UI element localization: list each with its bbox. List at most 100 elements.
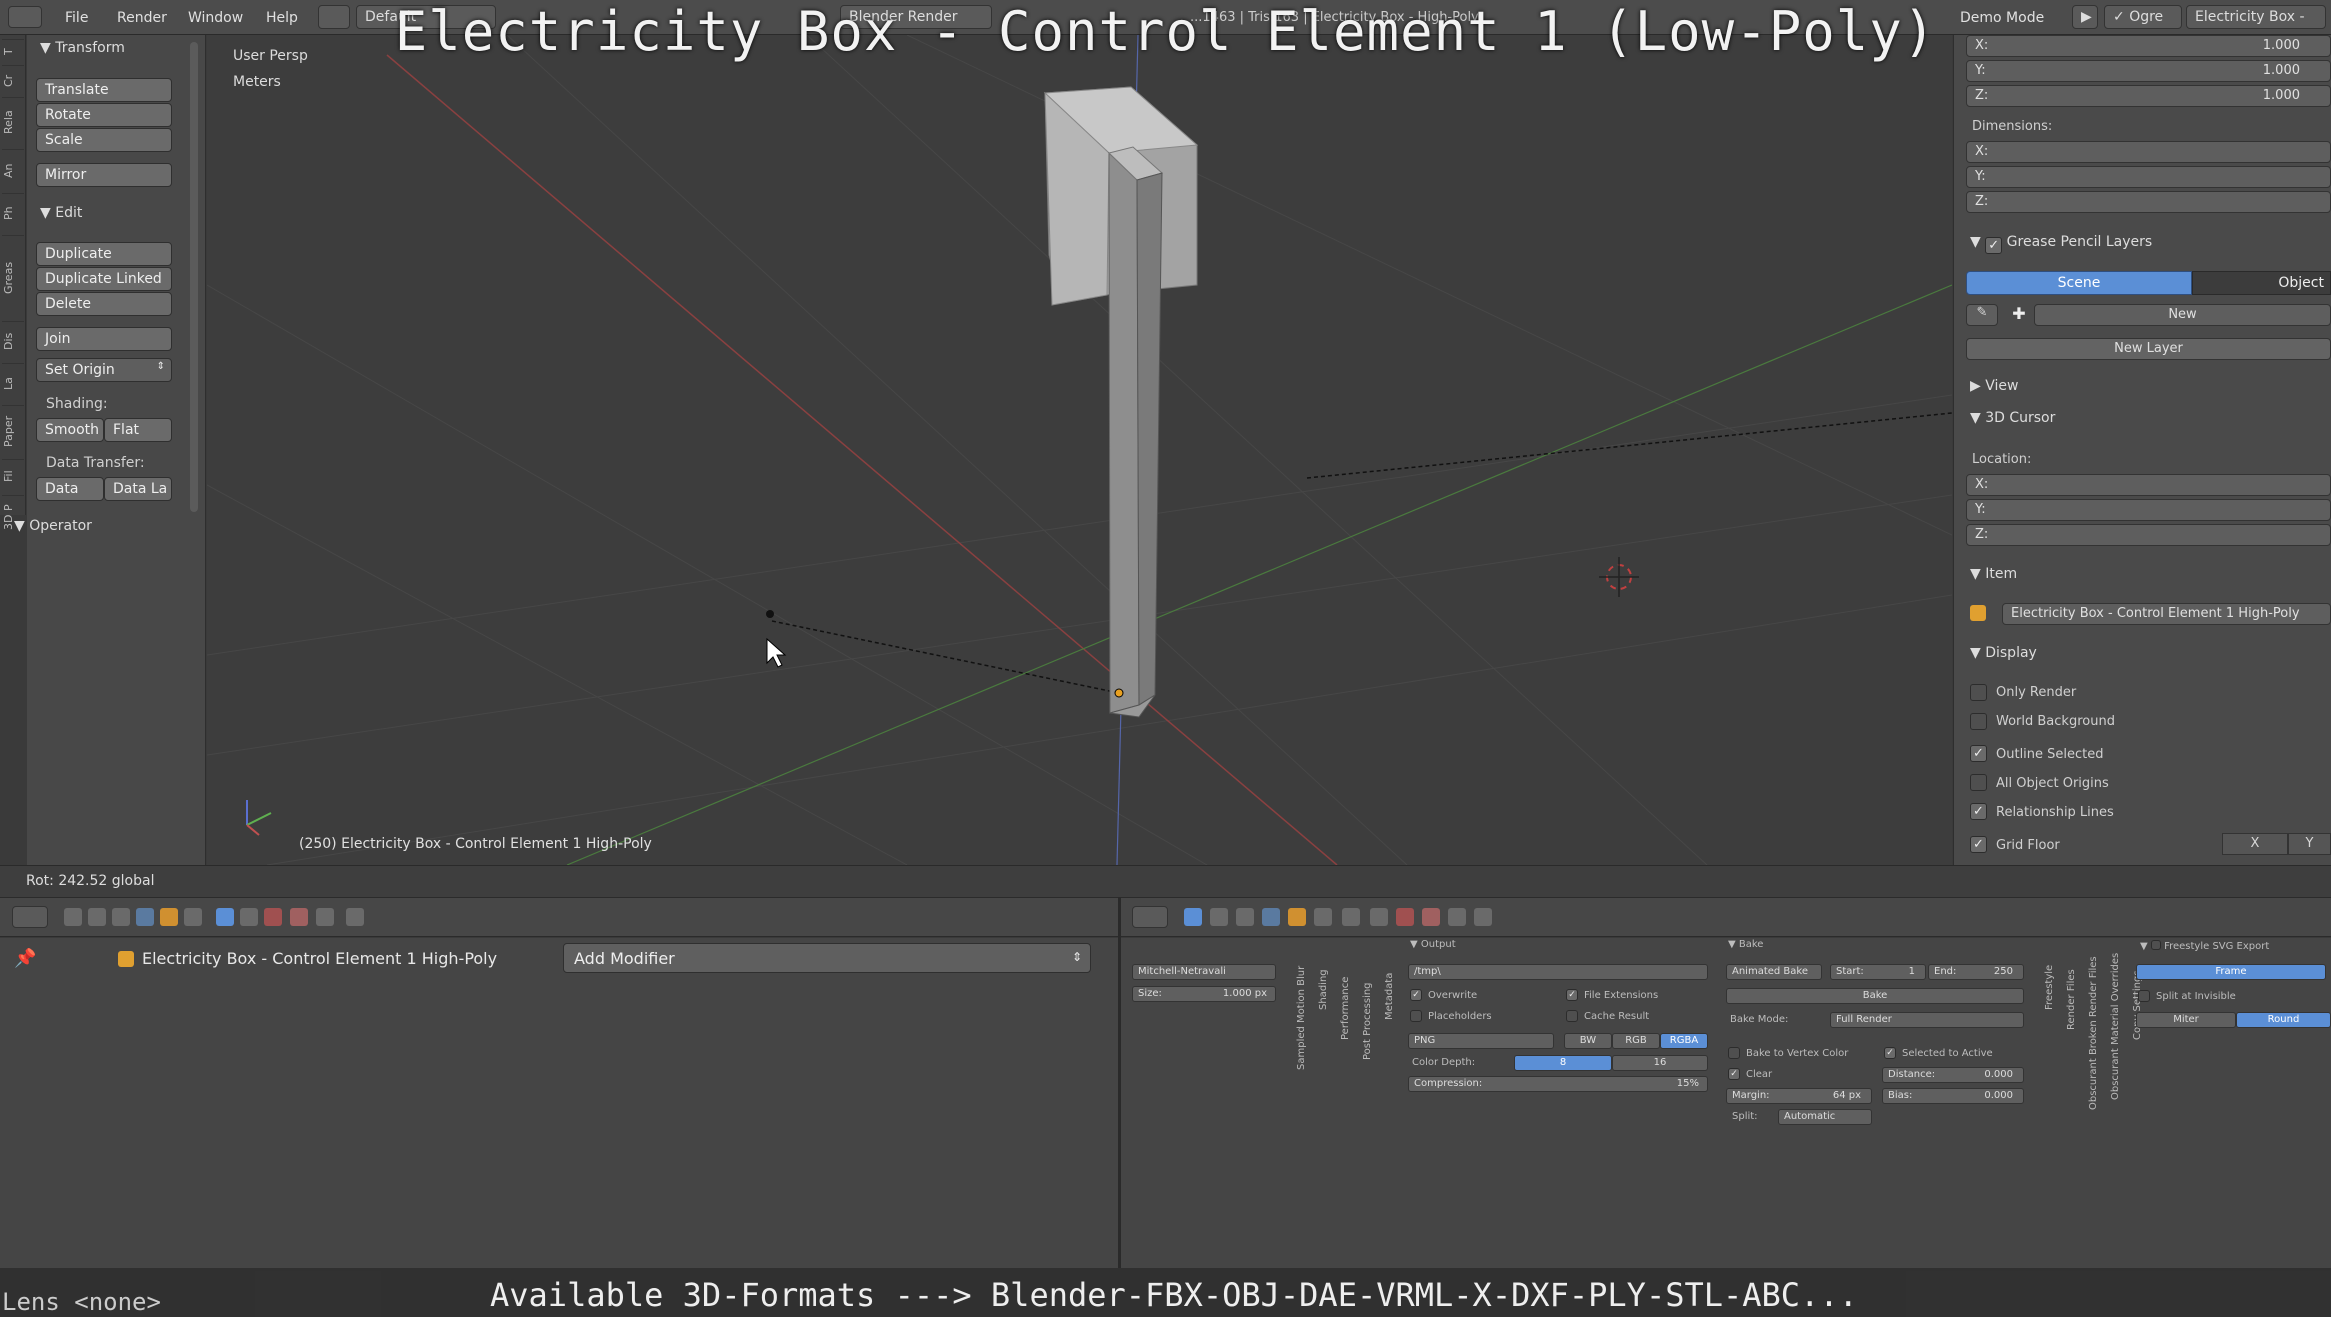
pencil-icon[interactable]: ✎ <box>1966 304 1998 326</box>
tab-obscurant-broken[interactable]: Obscurant Broken Render Files <box>2088 956 2099 1110</box>
split-invisible-checkbox[interactable] <box>2138 990 2150 1002</box>
data-context-icon[interactable] <box>1370 908 1388 926</box>
tab-physics[interactable]: Ph <box>2 193 24 233</box>
object-context-icon[interactable] <box>1288 908 1306 926</box>
tab-scene[interactable]: Scene <box>1966 271 2192 295</box>
object-name-field[interactable]: Electricity Box - Control Element 1 High… <box>2002 603 2331 625</box>
animated-bake-toggle[interactable]: Animated Bake <box>1726 964 1822 980</box>
clear-checkbox[interactable]: ✓ <box>1728 1068 1740 1080</box>
tab-display[interactable]: Dis <box>2 321 24 361</box>
3d-viewport[interactable]: User Persp Meters (250) Electricity Box … <box>207 35 1952 865</box>
grease-pencil-checkbox[interactable]: ✓ <box>1985 237 2003 254</box>
tab-freestyle[interactable]: Freestyle <box>2044 960 2055 1010</box>
toolshelf-scrollbar[interactable] <box>190 42 198 512</box>
tab-sampled-motion-blur[interactable]: Sampled Motion Blur <box>1296 960 1307 1070</box>
overwrite-checkbox[interactable]: ✓ <box>1410 989 1422 1001</box>
render-context-icon[interactable] <box>64 908 82 926</box>
particles-context-icon[interactable] <box>316 908 334 926</box>
electricity-box-model[interactable] <box>1043 86 1199 718</box>
grid-floor-checkbox[interactable]: ✓ <box>1970 836 1987 853</box>
editor-type-icon[interactable] <box>12 906 48 928</box>
add-icon[interactable]: ✚ <box>2008 304 2030 326</box>
cache-result-checkbox[interactable] <box>1566 1010 1578 1022</box>
cursor-x-field[interactable]: X: <box>1966 474 2331 496</box>
dimension-z-field[interactable]: Z: <box>1966 191 2331 213</box>
tab-post-processing[interactable]: Post Processing <box>1362 960 1373 1061</box>
world-context-icon[interactable] <box>1262 908 1280 926</box>
constraints-context-icon[interactable] <box>1314 908 1332 926</box>
physics-context-icon[interactable] <box>1474 908 1492 926</box>
grid-y-toggle[interactable]: Y <box>2288 833 2331 855</box>
duplicate-button[interactable]: Duplicate <box>36 242 172 266</box>
tab-animation[interactable]: An <box>2 149 24 191</box>
delete-button[interactable]: Delete <box>36 292 172 316</box>
output-path-field[interactable]: /tmp\ <box>1408 964 1708 980</box>
add-modifier-dropdown[interactable]: Add Modifier ⇕ <box>563 943 1091 973</box>
view-panel-header[interactable]: ▶ View <box>1970 378 2018 394</box>
tab-grease-pencil[interactable]: Greas <box>2 235 24 319</box>
operator-panel-header[interactable]: ▼ Operator <box>14 518 92 534</box>
data-context-icon[interactable] <box>240 908 258 926</box>
3d-cursor-panel-header[interactable]: ▼ 3D Cursor <box>1970 410 2055 426</box>
bake-panel-header[interactable]: ▼ Bake <box>1728 939 1763 950</box>
tab-render-files[interactable]: Render Files <box>2066 960 2077 1030</box>
placeholders-checkbox[interactable] <box>1410 1010 1422 1022</box>
selected-to-active-checkbox[interactable]: ✓ <box>1884 1047 1896 1059</box>
texture-context-icon[interactable] <box>1422 908 1440 926</box>
tab-relations[interactable]: Rela <box>2 97 24 147</box>
bake-button[interactable]: Bake <box>1726 988 2024 1004</box>
object-context-icon[interactable] <box>160 908 178 926</box>
translate-button[interactable]: Translate <box>36 78 172 102</box>
scale-z-field[interactable]: Z: 1.000 <box>1966 85 2331 107</box>
bake-start-field[interactable]: Start: 1 <box>1830 964 1926 980</box>
set-origin-dropdown[interactable]: Set Origin ⇕ <box>36 358 172 382</box>
scale-button[interactable]: Scale <box>36 128 172 152</box>
tab-metadata[interactable]: Metadata <box>1384 960 1395 1020</box>
render-layers-icon[interactable] <box>1210 908 1228 926</box>
output-panel-header[interactable]: ▼ Output <box>1410 939 1456 950</box>
render-layers-icon[interactable] <box>88 908 106 926</box>
edit-panel-header[interactable]: ▼ Edit <box>40 205 82 221</box>
new-layer-button[interactable]: New Layer <box>1966 338 2331 360</box>
texture-context-icon[interactable] <box>290 908 308 926</box>
bake-to-vertex-checkbox[interactable] <box>1728 1047 1740 1059</box>
rgb-toggle[interactable]: RGB <box>1612 1033 1660 1049</box>
depth-8-toggle[interactable]: 8 <box>1514 1055 1612 1071</box>
smooth-button[interactable]: Smooth <box>36 418 104 442</box>
tab-shading[interactable]: Shading <box>1318 960 1329 1010</box>
freestyle-svg-checkbox[interactable] <box>2150 940 2161 950</box>
scene-context-icon[interactable] <box>1236 908 1254 926</box>
dimension-y-field[interactable]: Y: <box>1966 166 2331 188</box>
bake-end-field[interactable]: End: 250 <box>1928 964 2024 980</box>
render-context-icon[interactable] <box>1184 908 1202 926</box>
round-toggle[interactable]: Round <box>2236 1012 2331 1028</box>
tab-performance[interactable]: Performance <box>1340 960 1351 1040</box>
outline-selected-checkbox[interactable]: ✓ <box>1970 745 1987 762</box>
mirror-button[interactable]: Mirror <box>36 163 172 187</box>
cursor-y-field[interactable]: Y: <box>1966 499 2331 521</box>
join-button[interactable]: Join <box>36 327 172 351</box>
rgba-toggle[interactable]: RGBA <box>1660 1033 1708 1049</box>
physics-context-icon[interactable] <box>346 908 364 926</box>
item-panel-header[interactable]: ▼ Item <box>1970 566 2017 582</box>
grease-pencil-panel-header[interactable]: ▼ ✓ Grease Pencil Layers <box>1970 234 2152 254</box>
constraints-context-icon[interactable] <box>184 908 202 926</box>
filter-type-dropdown[interactable]: Mitchell-Netravali <box>1132 964 1276 980</box>
dimension-x-field[interactable]: X: <box>1966 141 2331 163</box>
tab-layers[interactable]: La <box>2 363 24 403</box>
depth-16-toggle[interactable]: 16 <box>1612 1055 1708 1071</box>
bias-field[interactable]: Bias: 0.000 <box>1882 1088 2024 1104</box>
modifiers-context-icon[interactable] <box>216 908 234 926</box>
only-render-checkbox[interactable] <box>1970 684 1987 701</box>
pin-icon[interactable]: 📌 <box>14 948 36 969</box>
particles-context-icon[interactable] <box>1448 908 1466 926</box>
modifiers-context-icon[interactable] <box>1342 908 1360 926</box>
filter-size-field[interactable]: Size: 1.000 px <box>1132 986 1276 1002</box>
3d-cursor-icon[interactable] <box>1599 557 1639 597</box>
bw-toggle[interactable]: BW <box>1564 1033 1612 1049</box>
grid-x-toggle[interactable]: X <box>2222 833 2288 855</box>
miter-toggle[interactable]: Miter <box>2136 1012 2236 1028</box>
tab-obscurant-material[interactable]: Obscurant Material Overrides <box>2110 953 2121 1100</box>
scene-context-icon[interactable] <box>112 908 130 926</box>
distance-field[interactable]: Distance: 0.000 <box>1882 1067 2024 1083</box>
